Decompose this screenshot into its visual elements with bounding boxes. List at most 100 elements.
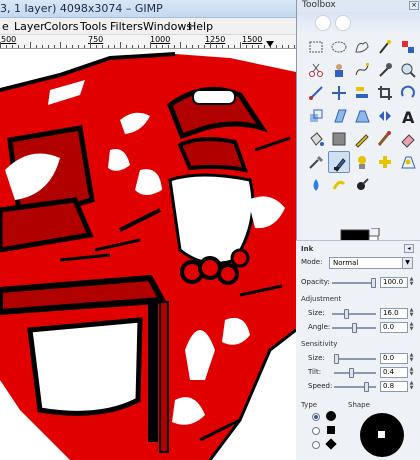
shape-handle-icon[interactable] [378,431,385,438]
spin-arrows-icon[interactable]: ▲ ▼ [409,308,414,319]
airbrush-icon [309,155,324,169]
sens-size-slider[interactable] [334,358,376,360]
speed-slider-thumb[interactable] [363,382,369,392]
type-diamond-radio[interactable] [312,441,320,449]
spin-arrows-icon[interactable]: ▲ ▼ [409,381,414,392]
menu-bar: e Layer Colors Tools Filters Windows Hel… [0,18,296,35]
measure-icon [309,86,323,100]
spin-arrows-icon[interactable]: ▲ ▼ [409,277,414,288]
move-tool-button[interactable] [328,82,350,104]
bucket-fill-icon [310,132,324,146]
spin-arrows-icon[interactable]: ▲ ▼ [409,322,414,333]
color-picker-tool-button[interactable] [374,59,396,81]
type-circle-radio[interactable] [312,413,320,421]
text-tool-button[interactable]: A [397,105,419,127]
shear-tool-button[interactable] [328,105,350,127]
ruler-tick [180,42,181,48]
angle-slider-thumb[interactable] [351,323,357,333]
tool-options-menu-icon[interactable]: ◂ [404,244,414,253]
scale-tool-button[interactable] [305,105,327,127]
sens-size-spinbox[interactable]: 0.0 [380,353,408,364]
ruler-tick [12,45,13,48]
blend-tool-button[interactable] [328,128,350,150]
ellipse-select-tool-button[interactable] [328,36,350,58]
angle-spinbox[interactable]: 0.0 [380,322,408,333]
color-picker-icon [379,63,392,77]
pencil-tool-button[interactable] [351,128,373,150]
ruler-tick [126,45,127,48]
menu-help[interactable]: Help [188,20,213,33]
foreground-select-tool-button[interactable] [328,59,350,81]
tilt-slider[interactable] [334,372,376,374]
opacity-label: Opacity: [301,278,330,286]
measure-tool-button[interactable] [305,82,327,104]
rect-select-tool-button[interactable] [305,36,327,58]
scissors-tool-button[interactable] [305,59,327,81]
ruler-tick [198,45,199,48]
align-tool-button[interactable] [351,82,373,104]
perspective-tool-button[interactable] [351,105,373,127]
spin-arrows-icon[interactable]: ▲ ▼ [409,353,414,364]
opacity-spinbox[interactable]: 100.0 [380,277,408,288]
mode-dropdown[interactable]: Normal ▼ [329,257,413,269]
speed-spinbox[interactable]: 0.8 [380,381,408,392]
shape-editor[interactable] [360,413,404,457]
image-canvas[interactable] [0,50,296,460]
menu-tools[interactable]: Tools [80,20,107,33]
free-select-tool-button[interactable] [351,36,373,58]
speed-slider[interactable] [334,386,376,388]
ruler-tick [42,45,43,48]
tool-options-panel: Ink ◂ Mode: Normal ▼ Opacity: 100.0 ▲ ▼ A… [296,240,420,460]
svg-text:A: A [402,108,415,125]
zoom-tool-button[interactable] [397,59,419,81]
ruler-tick [144,45,145,48]
menu-layer[interactable]: Layer [14,20,45,33]
fuzzy-select-tool-button[interactable] [374,36,396,58]
adjustment-heading: Adjustment [301,295,342,303]
blur-tool-button[interactable] [305,174,327,196]
move-icon [332,86,346,100]
rotate-icon [400,85,415,98]
color-select-tool-button[interactable] [397,36,419,58]
sens-size-slider-thumb[interactable] [334,354,339,364]
smudge-tool-button[interactable] [328,174,350,196]
ruler-tick [138,45,139,48]
type-square-radio[interactable] [312,427,320,435]
blur-icon [313,179,319,191]
opacity-slider[interactable] [332,282,376,284]
tilt-slider-thumb[interactable] [348,368,354,378]
menu-colors[interactable]: Colors [44,20,78,33]
menu-windows[interactable]: Windows [143,20,192,33]
ruler-tick [108,45,109,48]
toolbox-close-button[interactable]: × [409,1,419,10]
menu-edit[interactable]: e [2,20,9,33]
wilber-drop-area[interactable] [297,12,420,34]
flip-tool-button[interactable] [374,105,396,127]
ruler-tick [150,42,151,48]
paintbrush-tool-button[interactable] [374,128,396,150]
size-spinbox[interactable]: 16.0 [380,308,408,319]
perspective-clone-tool-button[interactable] [397,151,419,173]
ruler-tick [90,42,91,48]
tilt-spinbox[interactable]: 0.4 [380,367,408,378]
size-slider[interactable] [332,313,376,315]
horizontal-ruler[interactable]: 500 750 1000 1250 1500 [0,35,296,49]
airbrush-tool-button[interactable] [305,151,327,173]
heal-tool-button[interactable] [374,151,396,173]
scale-icon [310,109,323,122]
clone-tool-button[interactable] [351,151,373,173]
menu-filters[interactable]: Filters [110,20,143,33]
ruler-tick [174,45,175,48]
paths-tool-button[interactable] [351,59,373,81]
size-slider-thumb[interactable] [343,309,349,319]
rotate-tool-button[interactable] [397,82,419,104]
bucket-fill-tool-button[interactable] [305,128,327,150]
ink-tool-button[interactable] [328,151,350,173]
ruler-label: 1000 [150,35,171,44]
crop-tool-button[interactable] [374,82,396,104]
spin-arrows-icon[interactable]: ▲ ▼ [409,367,414,378]
dodge-burn-tool-button[interactable] [351,174,373,196]
opacity-slider-thumb[interactable] [371,278,376,288]
eraser-tool-button[interactable] [397,128,419,150]
sens-size-label: Size: [308,354,325,362]
